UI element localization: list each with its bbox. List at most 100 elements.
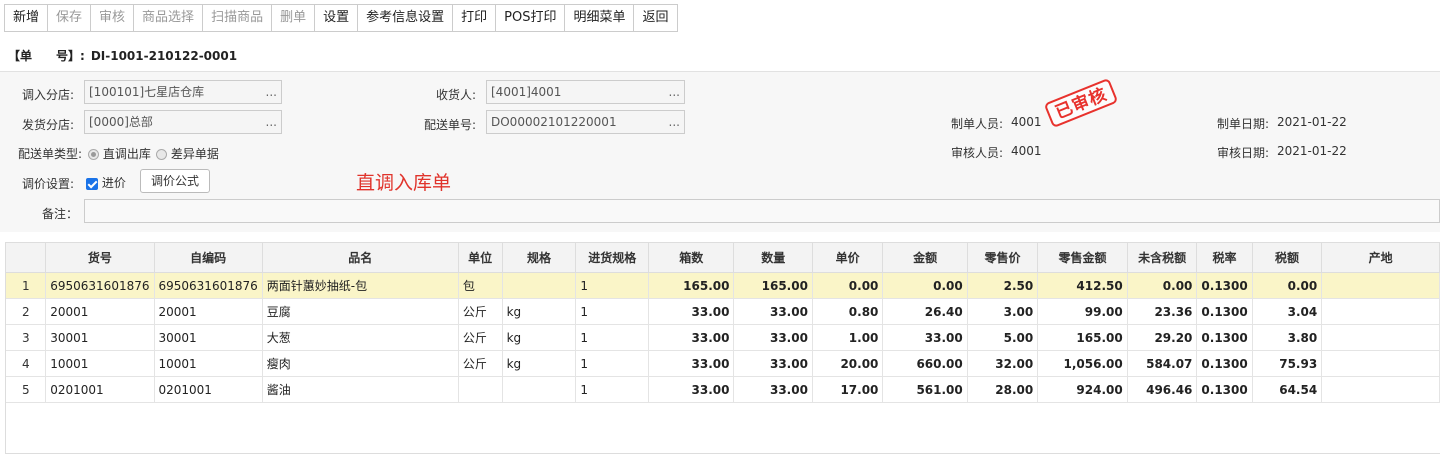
- from-store-field[interactable]: [0000]总部 ...: [84, 110, 282, 134]
- table-cell[interactable]: kg: [502, 298, 577, 325]
- table-cell[interactable]: 165.00: [1037, 324, 1128, 351]
- table-cell[interactable]: 1,056.00: [1037, 350, 1128, 377]
- table-cell[interactable]: 大葱: [262, 324, 459, 351]
- toolbar-button-7[interactable]: 参考信息设置: [358, 5, 454, 31]
- table-cell[interactable]: 561.00: [882, 376, 968, 403]
- table-cell[interactable]: 165.00: [648, 272, 735, 299]
- table-cell[interactable]: 6950631601876: [45, 272, 155, 299]
- column-header[interactable]: 单位: [458, 243, 503, 273]
- column-header[interactable]: 规格: [502, 243, 577, 273]
- table-cell[interactable]: 0.80: [812, 298, 884, 325]
- toolbar-button-11[interactable]: 返回: [634, 5, 677, 31]
- table-cell[interactable]: 23.36: [1127, 298, 1198, 325]
- table-cell[interactable]: 3.04: [1252, 298, 1323, 325]
- table-cell[interactable]: 公斤: [458, 324, 503, 351]
- table-cell[interactable]: 0.1300: [1196, 298, 1253, 325]
- row-number-cell[interactable]: 1: [6, 272, 47, 299]
- row-number-cell[interactable]: 2: [6, 298, 47, 325]
- table-cell[interactable]: 33.00: [648, 376, 735, 403]
- table-cell[interactable]: 2.50: [967, 272, 1039, 299]
- column-header[interactable]: 税率: [1196, 243, 1253, 273]
- column-header[interactable]: [6, 243, 47, 273]
- table-cell[interactable]: 1.00: [812, 324, 884, 351]
- table-cell[interactable]: [502, 272, 577, 299]
- table-cell[interactable]: 瘦肉: [262, 350, 459, 377]
- table-cell[interactable]: 10001: [45, 350, 155, 377]
- table-cell[interactable]: 33.00: [733, 376, 813, 403]
- table-cell[interactable]: 10001: [154, 350, 263, 377]
- table-cell[interactable]: 33.00: [733, 298, 813, 325]
- table-cell[interactable]: 496.46: [1127, 376, 1198, 403]
- table-cell[interactable]: 924.00: [1037, 376, 1128, 403]
- table-cell[interactable]: 包: [458, 272, 503, 299]
- table-cell[interactable]: 412.50: [1037, 272, 1128, 299]
- table-cell[interactable]: 0.00: [1252, 272, 1323, 299]
- table-cell[interactable]: 酱油: [262, 376, 459, 403]
- table-cell[interactable]: 1: [575, 324, 650, 351]
- table-cell[interactable]: 33.00: [648, 350, 735, 377]
- table-cell[interactable]: 26.40: [882, 298, 968, 325]
- type-radio-diff[interactable]: 差异单据: [156, 145, 219, 162]
- table-cell[interactable]: 5.00: [967, 324, 1039, 351]
- toolbar-button-9[interactable]: POS打印: [496, 5, 566, 31]
- table-cell[interactable]: [458, 376, 503, 403]
- table-cell[interactable]: 1: [575, 272, 650, 299]
- table-row[interactable]: 5 0201001 0201001 酱油 1 33.00 33.00 17.00 561.00 2…: [6, 376, 1440, 403]
- table-row[interactable]: 4 10001 10001 瘦肉 公斤 kg 1 33.00 33.00 20.00 660.00 3…: [6, 350, 1440, 377]
- more-icon[interactable]: ...: [266, 81, 277, 103]
- table-cell[interactable]: 30001: [154, 324, 263, 351]
- column-header[interactable]: 金额: [882, 243, 968, 273]
- column-header[interactable]: 单价: [812, 243, 884, 273]
- table-cell[interactable]: 17.00: [812, 376, 884, 403]
- table-cell[interactable]: 3.00: [967, 298, 1039, 325]
- column-header[interactable]: 数量: [733, 243, 813, 273]
- table-cell[interactable]: [1321, 298, 1440, 325]
- type-radio-direct[interactable]: 直调出库: [88, 145, 151, 162]
- row-number-cell[interactable]: 3: [6, 324, 47, 351]
- table-cell[interactable]: 0.00: [882, 272, 968, 299]
- column-header[interactable]: 零售价: [967, 243, 1039, 273]
- table-cell[interactable]: [1321, 350, 1440, 377]
- table-cell[interactable]: 公斤: [458, 350, 503, 377]
- toolbar-button-8[interactable]: 打印: [453, 5, 497, 31]
- table-cell[interactable]: 29.20: [1127, 324, 1198, 351]
- table-cell[interactable]: 0.00: [1127, 272, 1198, 299]
- table-cell[interactable]: 20001: [45, 298, 155, 325]
- column-header[interactable]: 产地: [1321, 243, 1440, 273]
- receiver-field[interactable]: [4001]4001 ...: [486, 80, 685, 104]
- table-cell[interactable]: 75.93: [1252, 350, 1323, 377]
- table-cell[interactable]: 1: [575, 350, 650, 377]
- checkbox-checked-icon[interactable]: [86, 177, 98, 190]
- toolbar-button-10[interactable]: 明细菜单: [565, 5, 635, 31]
- table-cell[interactable]: 165.00: [733, 272, 813, 299]
- radio-icon[interactable]: [88, 149, 99, 160]
- table-cell[interactable]: [1321, 324, 1440, 351]
- column-header[interactable]: 零售金额: [1037, 243, 1128, 273]
- table-cell[interactable]: kg: [502, 350, 577, 377]
- table-cell[interactable]: 0.1300: [1196, 272, 1253, 299]
- table-cell[interactable]: 1: [575, 376, 650, 403]
- table-row[interactable]: 2 20001 20001 豆腐 公斤 kg 1 33.00 33.00 0.80 26.40 3.0…: [6, 298, 1440, 325]
- row-number-cell[interactable]: 4: [6, 350, 47, 377]
- table-cell[interactable]: 99.00: [1037, 298, 1128, 325]
- radio-icon[interactable]: [156, 149, 167, 160]
- toolbar-button-6[interactable]: 设置: [315, 5, 359, 31]
- delivery-no-field[interactable]: DO00002101220001 ...: [486, 110, 685, 134]
- more-icon[interactable]: ...: [669, 81, 680, 103]
- table-cell[interactable]: 1: [575, 298, 650, 325]
- column-header[interactable]: 未含税额: [1127, 243, 1198, 273]
- row-number-cell[interactable]: 5: [6, 376, 47, 403]
- table-cell[interactable]: 30001: [45, 324, 155, 351]
- table-cell[interactable]: 3.80: [1252, 324, 1323, 351]
- column-header[interactable]: 自编码: [154, 243, 263, 273]
- table-row[interactable]: 1 6950631601876 6950631601876 两面针蕙妙抽纸-包包 1 16…: [6, 272, 1440, 299]
- table-cell[interactable]: 33.00: [733, 324, 813, 351]
- to-store-field[interactable]: [100101]七星店仓库 ...: [84, 80, 282, 104]
- table-cell[interactable]: 0.1300: [1196, 324, 1253, 351]
- table-cell[interactable]: 0201001: [45, 376, 155, 403]
- table-cell[interactable]: 豆腐: [262, 298, 459, 325]
- table-cell[interactable]: [1321, 376, 1440, 403]
- toolbar-button-1[interactable]: 保存: [48, 5, 92, 31]
- toolbar-button-2[interactable]: 审核: [91, 5, 135, 31]
- table-cell[interactable]: 两面针蕙妙抽纸-包: [262, 272, 459, 299]
